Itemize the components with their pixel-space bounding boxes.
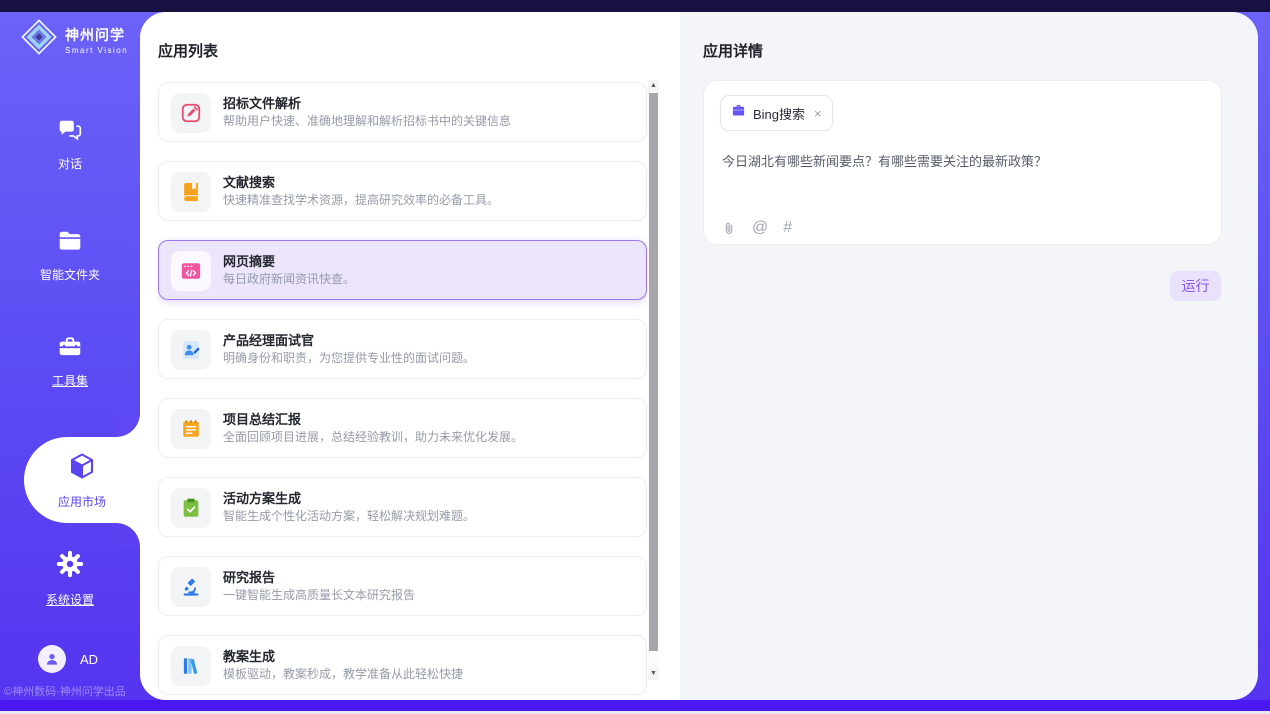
app-card-description: 明确身份和职责，为您提供专业性的面试问题。 <box>223 349 475 366</box>
scroll-down-icon[interactable]: ▼ <box>648 668 659 680</box>
paperclip-icon[interactable] <box>722 220 737 237</box>
app-card[interactable]: 文献搜索 快速精准查找学术资源，提高研究效率的必备工具。 <box>158 161 647 221</box>
app-card-description: 一键智能生成高质量长文本研究报告 <box>223 586 415 603</box>
diamond-logo-icon <box>20 18 58 61</box>
brand-subtitle: Smart Vision <box>65 46 128 55</box>
app-card-title: 网页摘要 <box>223 251 275 270</box>
app-card[interactable]: 研究报告 一键智能生成高质量长文本研究报告 <box>158 556 647 616</box>
sidebar-item-label: 工具集 <box>52 372 88 389</box>
brand-logo: 神州问学 Smart Vision <box>20 18 128 61</box>
sidebar-item-chat[interactable]: 对话 <box>0 117 140 172</box>
prompt-input[interactable]: 今日湖北有哪些新闻要点？有哪些需要关注的最新政策？ <box>722 151 1203 170</box>
book-icon <box>171 172 211 212</box>
interview-icon <box>171 330 211 370</box>
app-card-title: 活动方案生成 <box>223 488 301 507</box>
cube-icon <box>67 451 97 486</box>
sidebar-item-label: 应用市场 <box>58 493 106 510</box>
window-bottom-bar <box>0 700 1270 711</box>
sidebar-footer: ©神州数码·神州问学出品 <box>4 683 140 699</box>
app-card-title: 项目总结汇报 <box>223 409 301 428</box>
run-button[interactable]: 运行 <box>1170 271 1221 301</box>
app-card[interactable]: 项目总结汇报 全面回顾项目进展，总结经验教训，助力未来优化发展。 <box>158 398 647 458</box>
microscope-icon <box>171 567 211 607</box>
folder-icon <box>57 228 83 259</box>
app-list-panel: 应用列表 招标文件解析 帮助用户快速、准确地理解和解析招标书中的关键信息 文献搜… <box>140 12 680 700</box>
close-icon[interactable]: × <box>814 107 822 120</box>
app-card[interactable]: 产品经理面试官 明确身份和职责，为您提供专业性的面试问题。 <box>158 319 647 379</box>
app-window: 神州问学 Smart Vision 对话 智能文件夹 工具集 应用市场 系统设置… <box>0 0 1270 714</box>
app-detail-panel: 应用详情 Bing搜索 × 今日湖北有哪些新闻要点？有哪些需要关注的最新政策？ <box>680 12 1258 700</box>
briefcase-icon <box>731 103 746 123</box>
app-card[interactable]: 网页摘要 每日政府新闻资讯快查。 <box>158 240 647 300</box>
toolbox-icon <box>57 334 83 365</box>
app-card-description: 快速精准查找学术资源，提高研究效率的必备工具。 <box>223 191 499 208</box>
sidebar: 神州问学 Smart Vision 对话 智能文件夹 工具集 应用市场 系统设置… <box>0 12 140 700</box>
gear-icon <box>55 549 85 584</box>
browser-code-icon <box>171 251 211 291</box>
app-card-list: 招标文件解析 帮助用户快速、准确地理解和解析招标书中的关键信息 文献搜索 快速精… <box>158 82 647 700</box>
app-card-description: 帮助用户快速、准确地理解和解析招标书中的关键信息 <box>223 112 511 129</box>
tool-tag-label: Bing搜索 <box>753 104 805 123</box>
main-surface: 应用列表 招标文件解析 帮助用户快速、准确地理解和解析招标书中的关键信息 文献搜… <box>140 12 1258 700</box>
books-icon <box>171 646 211 686</box>
clipboard-check-icon <box>171 488 211 528</box>
sidebar-item-label: 智能文件夹 <box>40 266 100 283</box>
bubble-curve-bottom <box>116 523 140 547</box>
scrollbar[interactable]: ▲ ▼ <box>648 80 659 680</box>
notes-icon <box>171 409 211 449</box>
app-card[interactable]: 教案生成 模板驱动，教案秒成，教学准备从此轻松快捷 <box>158 635 647 695</box>
sidebar-item-cube[interactable]: 应用市场 <box>24 437 140 523</box>
tool-tag-bing-search[interactable]: Bing搜索 × <box>720 95 833 131</box>
window-top-bar <box>0 0 1270 12</box>
chat-icon <box>57 117 83 148</box>
user-account[interactable]: AD <box>38 645 98 673</box>
app-card-description: 模板驱动，教案秒成，教学准备从此轻松快捷 <box>223 665 463 682</box>
sidebar-item-folder[interactable]: 智能文件夹 <box>0 228 140 283</box>
app-card-title: 研究报告 <box>223 567 275 586</box>
scroll-up-icon[interactable]: ▲ <box>648 80 659 92</box>
scrollbar-thumb[interactable] <box>649 93 658 651</box>
bubble-curve-top <box>116 413 140 437</box>
user-name: AD <box>80 652 98 667</box>
sidebar-item-gear[interactable]: 系统设置 <box>0 549 140 608</box>
app-card[interactable]: 招标文件解析 帮助用户快速、准确地理解和解析招标书中的关键信息 <box>158 82 647 142</box>
avatar-icon <box>38 645 66 673</box>
sidebar-item-label: 系统设置 <box>46 591 94 608</box>
app-card-title: 产品经理面试官 <box>223 330 314 349</box>
prompt-card: Bing搜索 × 今日湖北有哪些新闻要点？有哪些需要关注的最新政策？ @ # <box>703 80 1222 245</box>
app-list-title: 应用列表 <box>158 40 218 61</box>
app-detail-title: 应用详情 <box>703 40 763 61</box>
sidebar-item-label: 对话 <box>58 155 82 172</box>
app-card-title: 招标文件解析 <box>223 93 301 112</box>
edit-doc-icon <box>171 93 211 133</box>
app-card-description: 智能生成个性化活动方案，轻松解决规划难题。 <box>223 507 475 524</box>
app-card[interactable]: 活动方案生成 智能生成个性化活动方案，轻松解决规划难题。 <box>158 477 647 537</box>
app-card-description: 全面回顾项目进展，总结经验教训，助力未来优化发展。 <box>223 428 523 445</box>
brand-name: 神州问学 <box>65 25 128 45</box>
prompt-toolbar: @ # <box>722 219 792 237</box>
app-card-title: 文献搜索 <box>223 172 275 191</box>
app-card-description: 每日政府新闻资讯快查。 <box>223 270 355 287</box>
app-card-title: 教案生成 <box>223 646 275 665</box>
at-icon[interactable]: @ <box>752 219 768 237</box>
sidebar-item-toolbox[interactable]: 工具集 <box>0 334 140 389</box>
hash-icon[interactable]: # <box>783 219 792 237</box>
